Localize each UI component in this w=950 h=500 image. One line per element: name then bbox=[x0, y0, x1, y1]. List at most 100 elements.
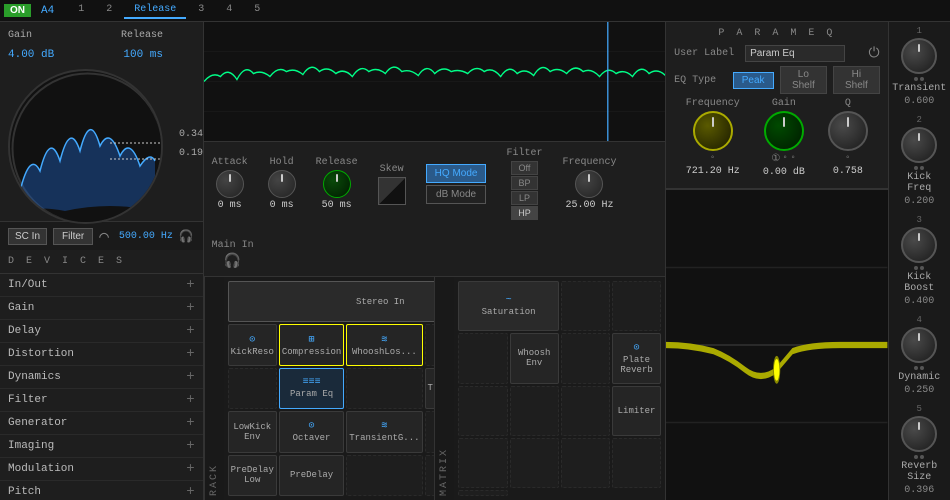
device-add-icon[interactable]: + bbox=[186, 346, 194, 362]
q-knob[interactable] bbox=[828, 111, 868, 151]
on-button[interactable]: ON bbox=[4, 4, 31, 17]
devices-section: D E V I C E S In/Out+Gain+Delay+Distorti… bbox=[0, 250, 203, 500]
filter-bp-btn[interactable]: BP bbox=[511, 176, 538, 190]
fr-knob-1[interactable] bbox=[901, 38, 937, 74]
rack-whoosh[interactable]: ≋ WhooshLos... bbox=[346, 324, 422, 365]
rack-saturation[interactable]: ~ Saturation bbox=[458, 281, 558, 331]
device-item-pitch[interactable]: Pitch+ bbox=[0, 481, 203, 500]
rack-predelay[interactable]: PreDelay bbox=[279, 455, 344, 496]
device-item-distortion[interactable]: Distortion + bbox=[0, 343, 203, 366]
top-bar: ON A4 1 2 Release 3 4 5 bbox=[0, 0, 950, 22]
filter-button[interactable]: Filter bbox=[53, 228, 93, 245]
device-add-icon[interactable]: + bbox=[186, 277, 194, 293]
fr-knob-2[interactable] bbox=[901, 127, 937, 163]
device-add-icon[interactable]: + bbox=[186, 415, 194, 431]
device-item-dynamics[interactable]: Dynamics+ bbox=[0, 366, 203, 389]
rack-compression[interactable]: ⊞ Compression bbox=[279, 324, 344, 365]
hold-knob[interactable] bbox=[268, 170, 296, 198]
matrix-empty-1 bbox=[561, 281, 610, 331]
release-knob[interactable] bbox=[323, 170, 351, 198]
rack-kick-reso[interactable]: ⊙ KickReso bbox=[228, 324, 277, 365]
device-add-icon[interactable]: + bbox=[186, 392, 194, 408]
matrix-empty-11 bbox=[612, 438, 661, 488]
gain-indicator: ① bbox=[771, 153, 780, 165]
skew-control[interactable] bbox=[378, 177, 406, 205]
filter-lp-btn[interactable]: LP bbox=[511, 191, 538, 205]
eq-type-lo-shelf[interactable]: Lo Shelf bbox=[780, 66, 828, 94]
main-content: Gain Release 4.00 dB 100 ms bbox=[0, 22, 950, 500]
tab-1[interactable]: 1 bbox=[68, 2, 94, 19]
filter-hp-btn[interactable]: HP bbox=[511, 206, 538, 220]
device-name: Gain bbox=[8, 302, 34, 314]
far-right-panel: 1 Transient 0.600 2 Kick Freq 0.200 3 Ki… bbox=[888, 22, 950, 500]
attack-knob[interactable] bbox=[216, 170, 244, 198]
rack-octaver[interactable]: ⊙ Octaver bbox=[279, 411, 344, 452]
device-add-icon[interactable]: + bbox=[186, 323, 194, 339]
device-item-delay[interactable]: Delay+ bbox=[0, 320, 203, 343]
device-add-icon[interactable]: + bbox=[186, 438, 194, 454]
tab-release[interactable]: Release bbox=[124, 2, 186, 19]
stereo-in-item[interactable]: Stereo In bbox=[228, 281, 435, 322]
device-item-gain[interactable]: Gain + bbox=[0, 297, 203, 320]
rack-empty-5 bbox=[346, 368, 422, 409]
device-item-filter[interactable]: Filter+ bbox=[0, 389, 203, 412]
sc-in-button[interactable]: SC In bbox=[8, 228, 47, 245]
rack-limiter[interactable]: Limiter bbox=[612, 386, 661, 436]
note-label: A4 bbox=[41, 5, 54, 17]
rack-transient-g[interactable]: ≋ TransientG... bbox=[346, 411, 422, 452]
tab-5[interactable]: 5 bbox=[244, 2, 270, 19]
tab-3[interactable]: 3 bbox=[188, 2, 214, 19]
gain-knob[interactable] bbox=[764, 111, 804, 151]
device-item-modulation[interactable]: Modulation+ bbox=[0, 458, 203, 481]
hold-label: Hold bbox=[270, 157, 294, 168]
hq-mode-button[interactable]: HQ Mode bbox=[426, 164, 487, 183]
rack-whoosh-env[interactable]: Whoosh Env bbox=[510, 333, 559, 383]
device-name: Distortion bbox=[8, 348, 74, 360]
hold-group: Hold 0 ms bbox=[268, 157, 296, 211]
rack-predelay-low[interactable]: PreDelay Low bbox=[228, 455, 277, 496]
user-label-input[interactable] bbox=[745, 45, 845, 62]
fr-index: 2 bbox=[917, 115, 922, 125]
release-ctrl-label: Release bbox=[316, 157, 358, 168]
rack-empty-4 bbox=[228, 368, 277, 409]
rack-plate-reverb[interactable]: ⊙ Plate Reverb bbox=[612, 333, 661, 383]
rack-lowkick-env[interactable]: LowKick Env bbox=[228, 411, 277, 452]
matrix-grid: ~ Saturation Whoosh Env ⊙ Plate Reverb bbox=[454, 277, 665, 500]
power-icon[interactable]: ⏻ bbox=[868, 46, 879, 62]
filter-ctrl-group: Filter Off BP LP HP bbox=[506, 148, 542, 220]
device-add-icon[interactable]: + bbox=[186, 484, 194, 500]
db-mode-button[interactable]: dB Mode bbox=[426, 185, 487, 204]
fr-knob-3[interactable] bbox=[901, 227, 937, 263]
devices-header: D E V I C E S bbox=[0, 250, 203, 274]
rack-param-eq[interactable]: ≡≡≡ Param Eq bbox=[279, 368, 344, 409]
freq-knob-label: Frequency bbox=[686, 98, 740, 109]
freq-display: 500.00 Hz bbox=[119, 231, 173, 242]
fr-knob-5[interactable] bbox=[901, 416, 937, 452]
fr-dots bbox=[914, 266, 924, 270]
eq-type-peak[interactable]: Peak bbox=[733, 72, 774, 89]
fr-value: 0.600 bbox=[904, 96, 934, 107]
eq-type-hi-shelf[interactable]: Hi Shelf bbox=[833, 66, 879, 94]
device-add-icon[interactable]: + bbox=[186, 300, 194, 316]
main-in-label: Main In bbox=[212, 240, 254, 251]
device-item-generator[interactable]: Generator+ bbox=[0, 412, 203, 435]
rack-transient[interactable]: Transient bbox=[425, 368, 435, 409]
tab-2[interactable]: 2 bbox=[96, 2, 122, 19]
tab-4[interactable]: 4 bbox=[216, 2, 242, 19]
device-add-icon[interactable]: + bbox=[186, 461, 194, 477]
fr-knob-4[interactable] bbox=[901, 327, 937, 363]
filter-off-btn[interactable]: Off bbox=[511, 161, 538, 175]
fr-label: Kick Boost bbox=[893, 272, 946, 294]
freq-knob[interactable] bbox=[693, 111, 733, 151]
fr-value: 0.400 bbox=[904, 296, 934, 307]
rack-empty-8 bbox=[425, 411, 435, 452]
frequency-knob[interactable] bbox=[575, 170, 603, 198]
device-item-in/out[interactable]: In/Out+ bbox=[0, 274, 203, 297]
gain-knob-label: Gain bbox=[772, 98, 796, 109]
param-eq-panel: P A R A M E Q User Label ⏻ EQ Type Peak … bbox=[666, 22, 887, 189]
rack-empty-11 bbox=[425, 455, 435, 496]
matrix-empty-7 bbox=[561, 386, 610, 436]
device-add-icon[interactable]: + bbox=[186, 369, 194, 385]
fr-index: 5 bbox=[917, 404, 922, 414]
device-item-imaging[interactable]: Imaging+ bbox=[0, 435, 203, 458]
